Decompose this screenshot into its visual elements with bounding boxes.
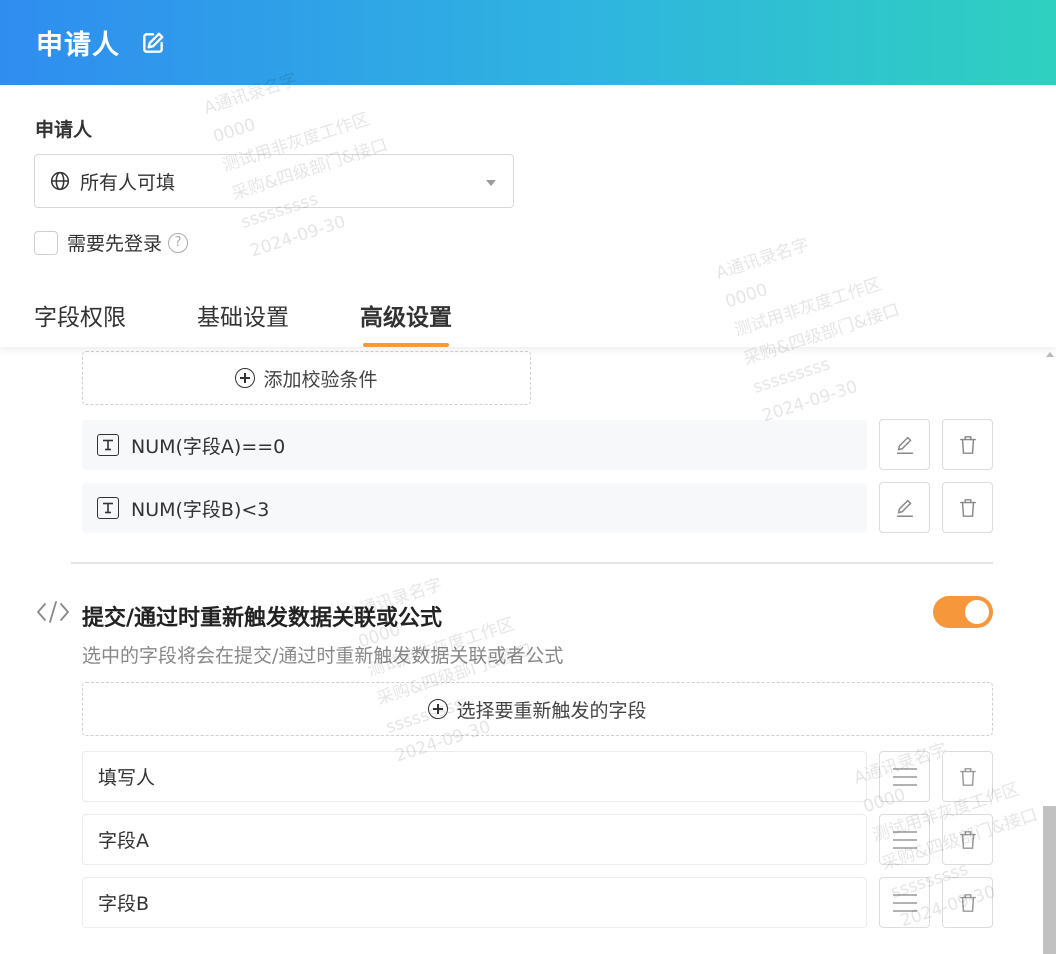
add-validation-label: 添加校验条件 <box>263 368 378 391</box>
add-validation-button[interactable]: 添加校验条件 <box>82 351 531 405</box>
retrigger-field-row: 填写人 <box>82 751 867 802</box>
retrigger-section-title: 提交/通过时重新触发数据关联或公式 <box>82 606 443 631</box>
pencil-icon <box>896 499 913 517</box>
drag-handle-icon <box>892 767 917 786</box>
page-header: 申请人 <box>0 0 1056 85</box>
drag-handle-icon <box>892 893 917 912</box>
field-settings-panel: 申请人 所有人可填 需要先登录 ? 字段权限 基础设置 高级设置 <box>0 85 1056 347</box>
delete-field-button[interactable] <box>942 877 993 928</box>
select-retrigger-fields-label: 选择要重新触发的字段 <box>456 699 647 722</box>
retrigger-field-label: 字段A <box>98 830 149 852</box>
validation-rule-row: NUM(字段A)==0 <box>82 420 867 470</box>
scrollbar-thumb[interactable] <box>1043 806 1056 954</box>
validation-rule-formula: NUM(字段B)<3 <box>131 498 270 521</box>
retrigger-section-description: 选中的字段将会在提交/通过时重新触发数据关联或者公式 <box>82 645 564 667</box>
settings-tabs: 字段权限 基础设置 高级设置 <box>34 298 523 347</box>
validation-rule-formula: NUM(字段A)==0 <box>131 435 286 458</box>
drag-handle-button[interactable] <box>879 751 930 802</box>
help-icon[interactable]: ? <box>168 232 189 253</box>
tab-basic-settings[interactable]: 基础设置 <box>197 298 289 347</box>
tab-field-permissions[interactable]: 字段权限 <box>34 298 126 347</box>
validation-rule-row: NUM(字段B)<3 <box>82 483 867 533</box>
select-retrigger-fields-button[interactable]: 选择要重新触发的字段 <box>82 682 993 736</box>
page-title: 申请人 <box>36 30 120 61</box>
text-field-icon <box>97 434 119 456</box>
scroll-up-arrow[interactable] <box>1046 352 1054 357</box>
section-divider <box>71 562 993 564</box>
edit-rule-button[interactable] <box>879 419 930 470</box>
retrigger-field-label: 填写人 <box>98 767 156 789</box>
retrigger-field-label: 字段B <box>98 893 150 915</box>
require-login-row: 需要先登录 ? <box>34 229 189 256</box>
globe-icon <box>49 170 71 192</box>
delete-field-button[interactable] <box>942 814 993 865</box>
delete-rule-button[interactable] <box>942 482 993 533</box>
require-login-label: 需要先登录 <box>67 233 163 255</box>
delete-field-button[interactable] <box>942 751 993 802</box>
retrigger-field-row: 字段A <box>82 814 867 865</box>
visibility-select-value: 所有人可填 <box>80 171 176 194</box>
pencil-icon <box>896 436 913 454</box>
trash-icon <box>959 830 976 849</box>
trash-icon <box>959 435 976 454</box>
edit-title-icon[interactable] <box>138 28 168 58</box>
tab-advanced-settings[interactable]: 高级设置 <box>360 298 452 347</box>
edit-rule-button[interactable] <box>879 482 930 533</box>
text-field-icon <box>97 497 119 519</box>
delete-rule-button[interactable] <box>942 419 993 470</box>
field-name-label: 申请人 <box>35 119 93 141</box>
retrigger-field-row: 字段B <box>82 877 867 928</box>
drag-handle-button[interactable] <box>879 814 930 865</box>
plus-circle-icon <box>235 368 256 388</box>
require-login-checkbox[interactable] <box>34 230 58 255</box>
code-icon <box>36 599 70 625</box>
trash-icon <box>959 498 976 517</box>
plus-circle-icon <box>428 699 449 719</box>
caret-down-icon <box>486 180 496 186</box>
trash-icon <box>959 767 976 786</box>
retrigger-toggle[interactable] <box>933 596 993 628</box>
drag-handle-icon <box>892 830 917 849</box>
advanced-settings-content: 添加校验条件 NUM(字段A)==0 NUM(字段B)<3 提交/通过时重新触发… <box>0 347 1056 954</box>
trash-icon <box>959 893 976 912</box>
drag-handle-button[interactable] <box>879 877 930 928</box>
visibility-select[interactable]: 所有人可填 <box>34 154 514 208</box>
